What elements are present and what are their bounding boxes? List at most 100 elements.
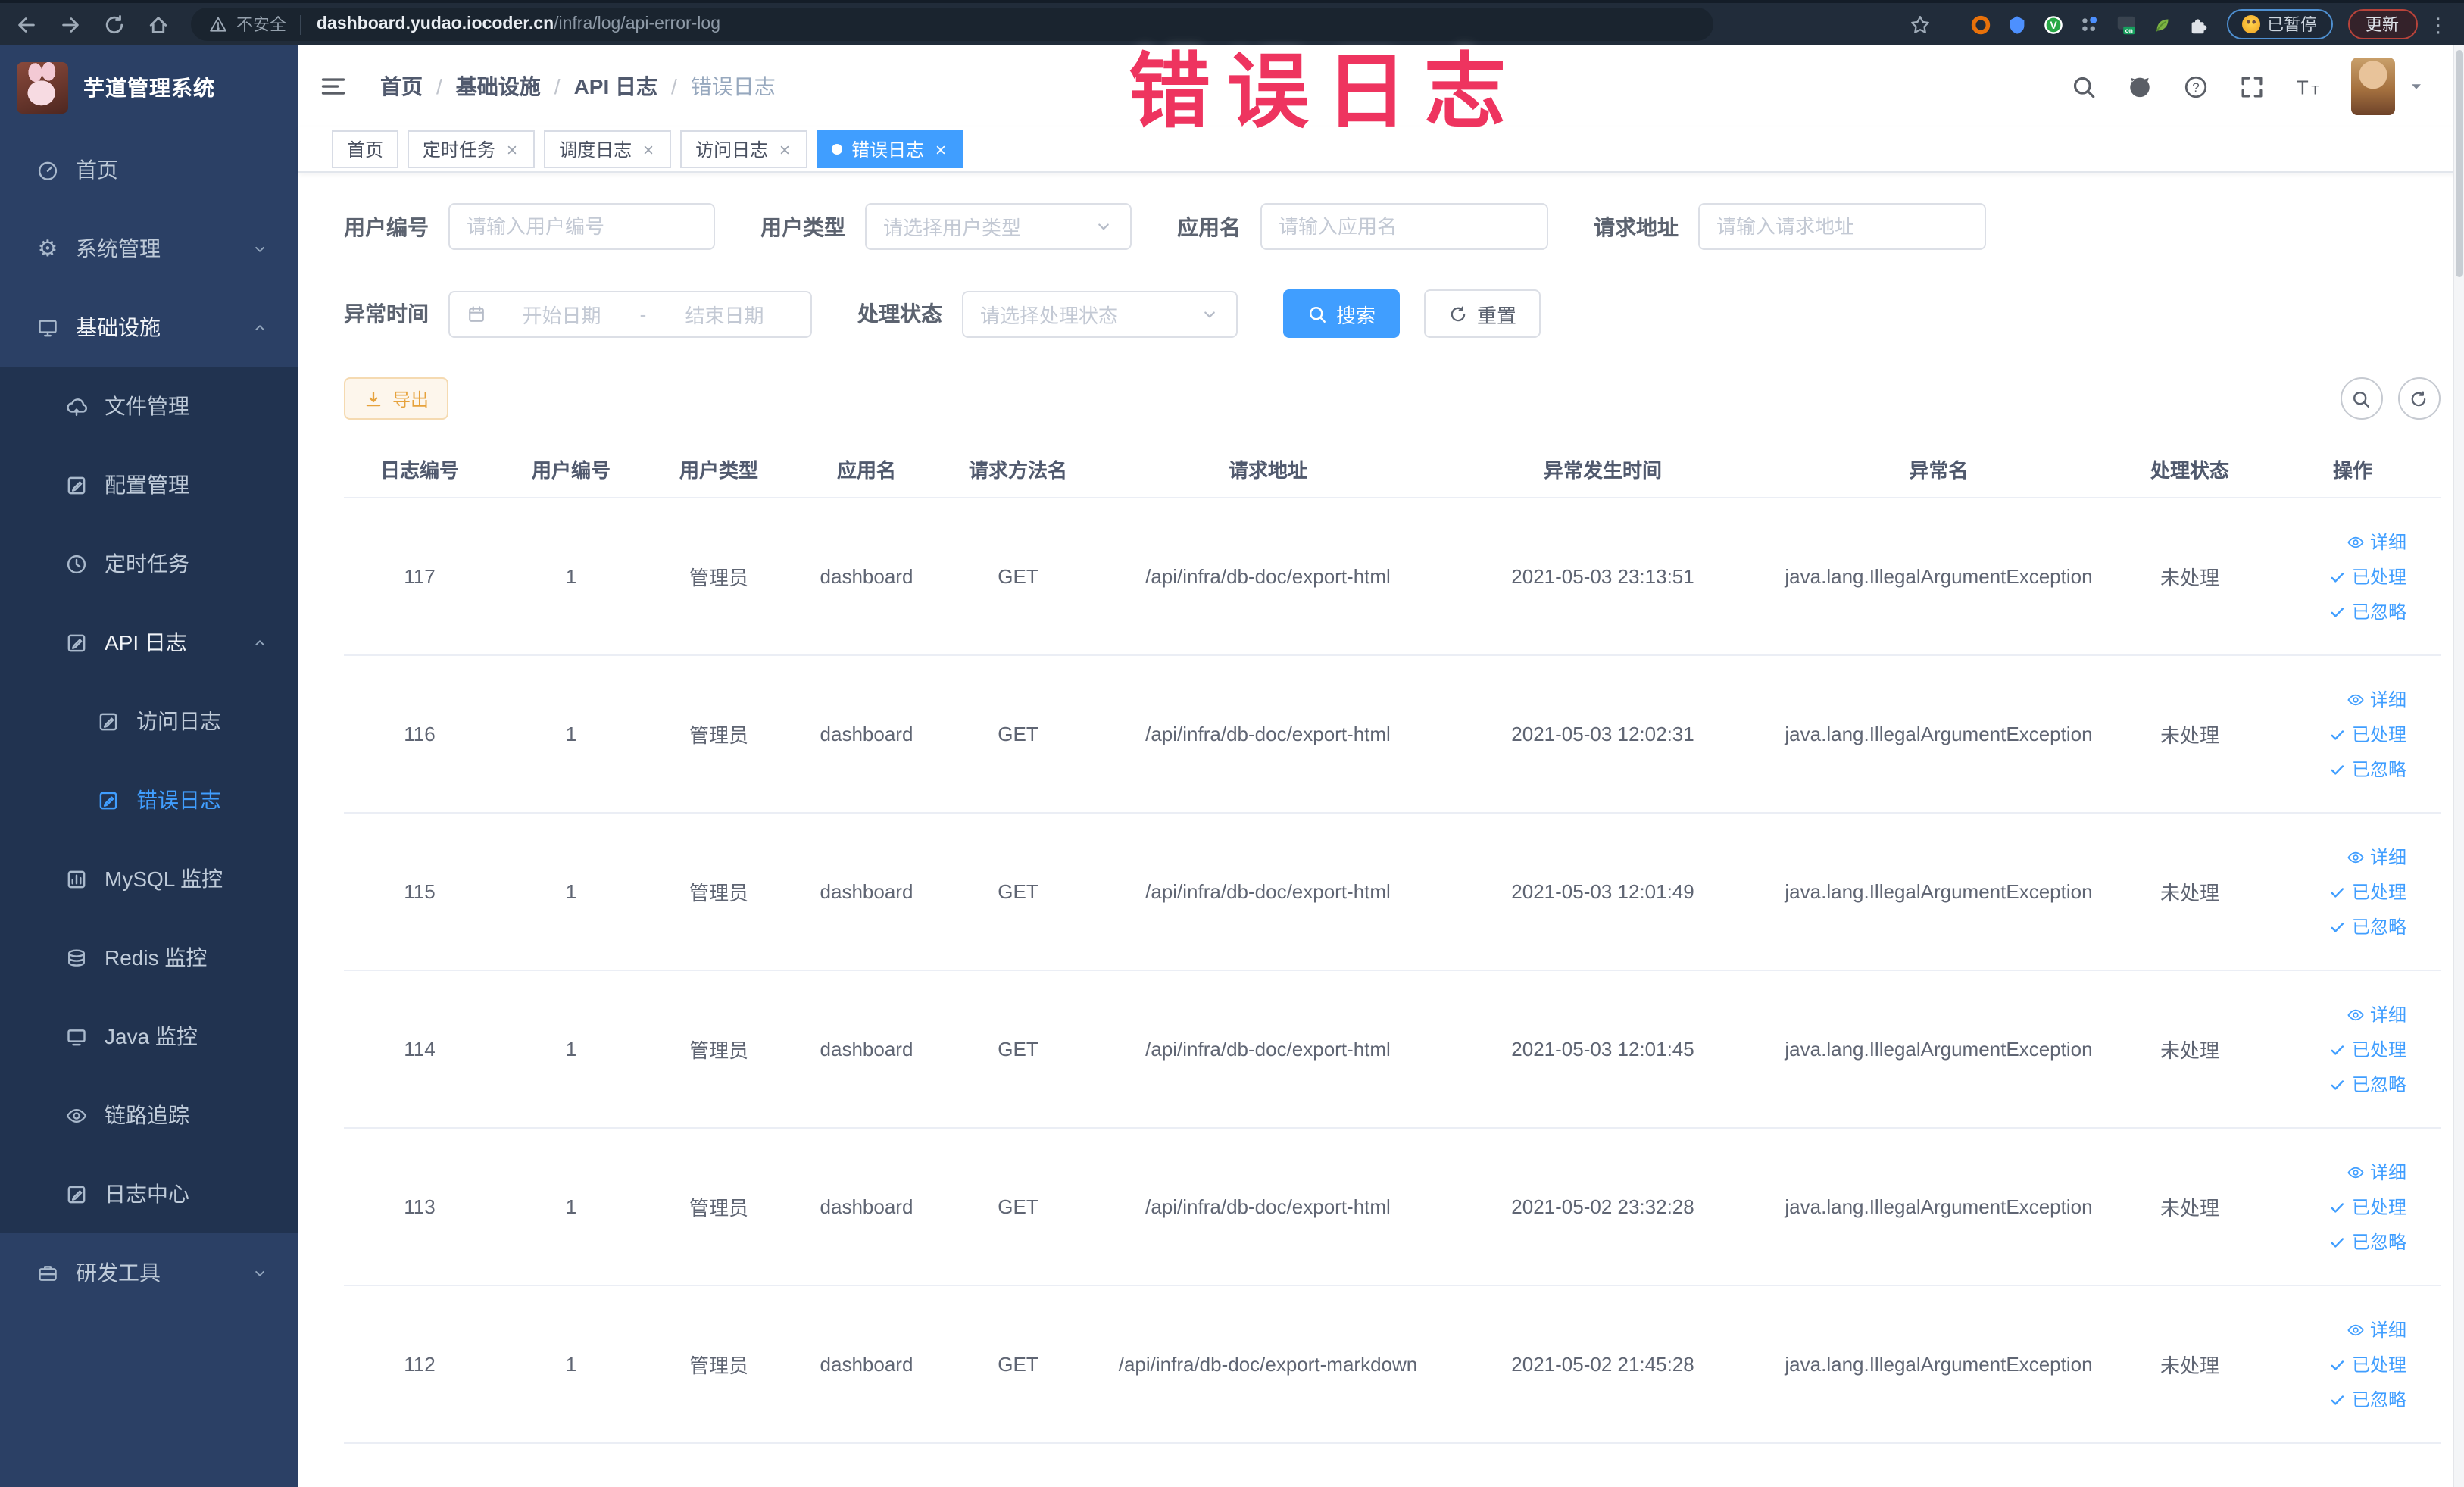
tab-access-log[interactable]: 访问日志 xyxy=(680,130,808,168)
sidebar-item-home[interactable]: 首页 xyxy=(0,130,298,209)
close-icon[interactable] xyxy=(641,142,656,157)
user-id-input[interactable] xyxy=(448,203,715,250)
page-scrollbar[interactable] xyxy=(2452,45,2464,1487)
security-warning-icon[interactable] xyxy=(209,15,227,33)
close-icon[interactable] xyxy=(504,142,520,157)
tab-label: 错误日志 xyxy=(851,139,925,161)
action-detail[interactable]: 详细 xyxy=(2347,686,2406,712)
sidebar-item-log-center[interactable]: 日志中心 xyxy=(0,1154,298,1233)
tab-error-log[interactable]: 错误日志 xyxy=(817,130,964,168)
sidebar-item-dev-tools[interactable]: 研发工具 xyxy=(0,1233,298,1312)
sidebar-item-java[interactable]: Java 监控 xyxy=(0,997,298,1076)
update-button[interactable]: 更新 xyxy=(2347,9,2417,39)
action-ignored[interactable]: 已忽略 xyxy=(2329,914,2406,939)
extensions-puzzle-icon[interactable] xyxy=(2187,13,2209,36)
tab-home[interactable]: 首页 xyxy=(332,130,399,168)
scrollbar-thumb[interactable] xyxy=(2455,50,2462,277)
sidebar-item-api-log[interactable]: API 日志 xyxy=(0,603,298,682)
sidebar-item-redis[interactable]: Redis 监控 xyxy=(0,918,298,997)
exception-time-range[interactable]: 开始日期 - 结束日期 xyxy=(448,290,812,337)
action-processed[interactable]: 已处理 xyxy=(2329,721,2406,747)
cell-process-status: 未处理 xyxy=(2160,882,2219,904)
sidebar-item-mysql[interactable]: MySQL 监控 xyxy=(0,839,298,918)
action-ignored[interactable]: 已忽略 xyxy=(2329,756,2406,782)
end-date-placeholder: 结束日期 xyxy=(685,304,764,326)
action-detail[interactable]: 详细 xyxy=(2347,1001,2406,1027)
action-processed[interactable]: 已处理 xyxy=(2329,1194,2406,1220)
sidebar-toggle[interactable] xyxy=(320,73,347,100)
refresh-icon xyxy=(1448,304,1468,323)
search-button[interactable]: 搜索 xyxy=(1283,289,1401,338)
sidebar-item-tracing[interactable]: 链路追踪 xyxy=(0,1076,298,1154)
sidebar-item-label: 首页 xyxy=(76,158,118,182)
github-icon[interactable] xyxy=(2126,73,2152,99)
home-button[interactable] xyxy=(147,13,170,36)
action-ignored[interactable]: 已忽略 xyxy=(2329,1229,2406,1254)
table-toolbar: 导出 xyxy=(344,377,2440,420)
action-processed[interactable]: 已处理 xyxy=(2329,1036,2406,1062)
extension-blue-shield-icon[interactable] xyxy=(2005,13,2028,36)
check-icon xyxy=(2329,1355,2347,1373)
fullscreen-icon[interactable] xyxy=(2238,73,2264,99)
reload-button[interactable] xyxy=(103,13,126,36)
edit-icon xyxy=(97,710,120,733)
check-icon xyxy=(2329,725,2347,743)
sidebar-item-file[interactable]: 文件管理 xyxy=(0,367,298,445)
user-type-label: 用户类型 xyxy=(760,214,845,239)
font-size-icon[interactable]: TT xyxy=(2294,73,2320,99)
request-url-input[interactable] xyxy=(1698,203,1986,250)
tab-job-log[interactable]: 调度日志 xyxy=(544,130,672,168)
refresh-table-button[interactable] xyxy=(2397,377,2440,420)
cell-user-id: 1 xyxy=(565,723,577,745)
url-domain: dashboard.yudao.iocoder.cn xyxy=(317,15,554,33)
action-detail[interactable]: 详细 xyxy=(2347,529,2406,555)
action-label: 已忽略 xyxy=(2351,601,2406,623)
action-processed[interactable]: 已处理 xyxy=(2329,1351,2406,1377)
extension-green-v-icon[interactable]: V xyxy=(2041,13,2064,36)
breadcrumb-item[interactable]: API 日志 xyxy=(574,71,657,102)
forward-button[interactable] xyxy=(59,13,82,36)
reset-button[interactable]: 重置 xyxy=(1424,289,1541,338)
avatar[interactable] xyxy=(2350,58,2394,115)
close-icon[interactable] xyxy=(777,142,792,157)
breadcrumb-item[interactable]: 基础设施 xyxy=(456,71,541,102)
action-detail[interactable]: 详细 xyxy=(2347,1317,2406,1342)
action-ignored[interactable]: 已忽略 xyxy=(2329,1071,2406,1097)
bookmark-star-icon[interactable] xyxy=(1908,13,1931,36)
extension-orange-icon[interactable] xyxy=(1969,13,1991,36)
paused-badge[interactable]: 已暂停 xyxy=(2226,9,2332,39)
caret-down-icon[interactable] xyxy=(2406,77,2425,95)
sidebar-item-job[interactable]: 定时任务 xyxy=(0,524,298,603)
process-status-select[interactable]: 请选择处理状态 xyxy=(962,290,1238,337)
action-label: 已处理 xyxy=(2351,882,2406,903)
app-logo-row[interactable]: 芋道管理系统 xyxy=(0,45,298,130)
back-button[interactable] xyxy=(15,13,38,36)
app-name-input[interactable] xyxy=(1260,203,1548,250)
extension-on-switch-icon[interactable]: on xyxy=(2114,13,2137,36)
cell-exception-time: 2021-05-03 12:02:31 xyxy=(1511,723,1694,745)
sidebar-item-system[interactable]: ⚙ 系统管理 xyxy=(0,209,298,288)
help-icon[interactable]: ? xyxy=(2182,73,2208,99)
check-icon xyxy=(2329,917,2347,936)
action-detail[interactable]: 详细 xyxy=(2347,844,2406,870)
search-icon[interactable] xyxy=(2070,73,2096,99)
export-button[interactable]: 导出 xyxy=(344,377,449,420)
extension-grid-icon[interactable] xyxy=(2078,13,2100,36)
extension-leaf-icon[interactable] xyxy=(2150,13,2173,36)
close-icon[interactable] xyxy=(933,142,948,157)
action-ignored[interactable]: 已忽略 xyxy=(2329,598,2406,624)
sidebar-item-error-log[interactable]: 错误日志 xyxy=(0,761,298,839)
action-processed[interactable]: 已处理 xyxy=(2329,879,2406,904)
sidebar-item-access-log[interactable]: 访问日志 xyxy=(0,682,298,761)
tab-job[interactable]: 定时任务 xyxy=(408,130,536,168)
chevron-up-icon xyxy=(251,319,268,336)
breadcrumb-item[interactable]: 首页 xyxy=(380,71,423,102)
browser-menu-icon[interactable]: ⋮ xyxy=(2428,13,2448,36)
user-type-select[interactable]: 请选择用户类型 xyxy=(865,203,1132,250)
action-processed[interactable]: 已处理 xyxy=(2329,564,2406,589)
action-detail[interactable]: 详细 xyxy=(2347,1159,2406,1185)
action-ignored[interactable]: 已忽略 xyxy=(2329,1386,2406,1412)
sidebar-item-config[interactable]: 配置管理 xyxy=(0,445,298,524)
sidebar-item-infra[interactable]: 基础设施 xyxy=(0,288,298,367)
toggle-search-button[interactable] xyxy=(2340,377,2382,420)
